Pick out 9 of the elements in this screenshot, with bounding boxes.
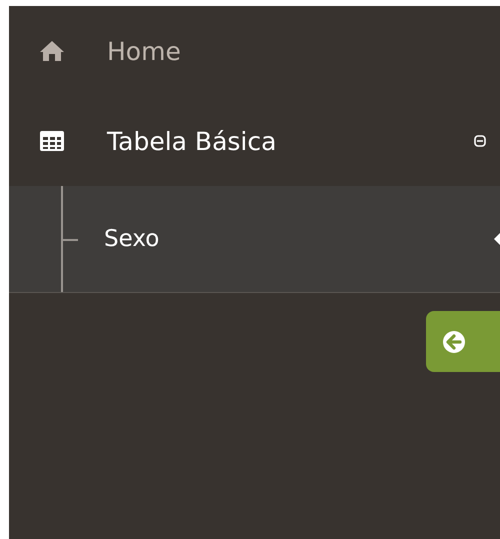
collapse-sidebar-button[interactable] <box>426 311 500 372</box>
active-pointer-icon <box>494 233 500 245</box>
arrow-left-circle-icon <box>442 330 466 354</box>
submenu-item[interactable]: Sexo <box>9 186 500 292</box>
home-icon <box>39 40 65 62</box>
menu-item[interactable]: Tabela Básica <box>9 96 500 186</box>
collapse-icon[interactable] <box>474 135 486 147</box>
table-icon <box>39 130 65 152</box>
menu-item[interactable]: Home <box>9 6 500 96</box>
